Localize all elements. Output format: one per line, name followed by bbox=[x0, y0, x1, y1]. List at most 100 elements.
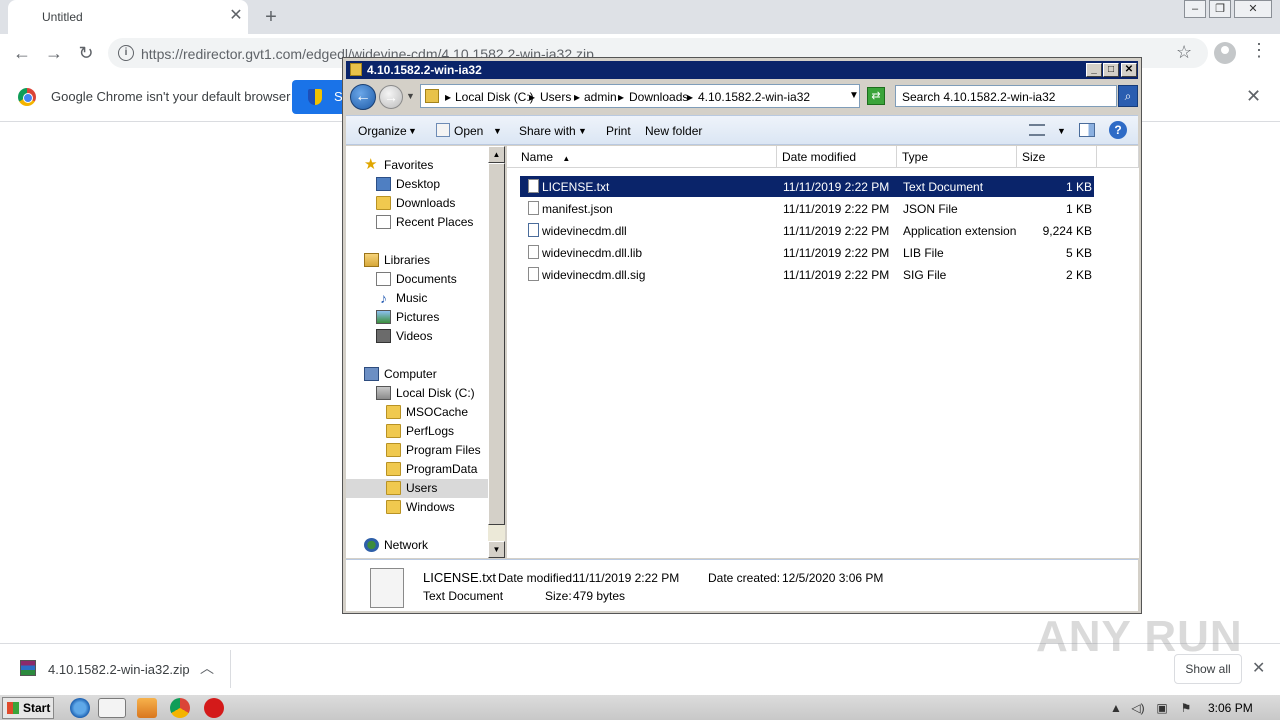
download-bar-close-icon[interactable]: ✕ bbox=[1252, 658, 1265, 678]
nav-network[interactable]: Network bbox=[364, 536, 488, 555]
recent-places-icon bbox=[376, 215, 391, 229]
refresh-icon[interactable]: ⇄ bbox=[867, 87, 885, 105]
nav-computer[interactable]: Computer bbox=[364, 365, 488, 384]
organize-dropdown-icon[interactable]: ▼ bbox=[408, 126, 417, 136]
nav-programdata[interactable]: ProgramData bbox=[386, 460, 488, 479]
tray-expand-icon[interactable]: ▲ bbox=[1108, 700, 1124, 716]
breadcrumb-downloads[interactable]: Downloads bbox=[629, 90, 688, 104]
nav-videos[interactable]: Videos bbox=[376, 327, 488, 346]
column-header-name[interactable]: Name ▲ bbox=[507, 146, 777, 168]
scroll-up-icon[interactable]: ▲ bbox=[488, 146, 505, 163]
reload-button[interactable]: ↻ bbox=[72, 40, 100, 66]
bookmark-star-icon[interactable]: ☆ bbox=[1176, 42, 1192, 63]
start-button[interactable]: Start bbox=[2, 697, 54, 719]
start-label: Start bbox=[23, 701, 51, 715]
file-size: 1 KB bbox=[1065, 202, 1092, 216]
chrome-menu-icon[interactable]: ⋮ bbox=[1250, 40, 1268, 61]
explorer-close-button[interactable]: ✕ bbox=[1121, 63, 1137, 77]
nav-users[interactable]: Users bbox=[346, 479, 488, 498]
file-size: 2 KB bbox=[1065, 268, 1092, 282]
forward-button[interactable]: → bbox=[40, 40, 68, 66]
nav-libraries[interactable]: Libraries bbox=[364, 251, 488, 270]
address-bar[interactable]: ▸ Local Disk (C:) ▸ Users ▸ admin ▸ Down… bbox=[420, 84, 860, 108]
nav-desktop[interactable]: Desktop bbox=[376, 175, 488, 194]
nav-label: Music bbox=[396, 291, 428, 305]
infobar-close-icon[interactable]: ✕ bbox=[1246, 86, 1261, 107]
file-row[interactable]: widevinecdm.dll.lib 11/11/2019 2:22 PM L… bbox=[520, 242, 1094, 263]
explorer-minimize-button[interactable]: _ bbox=[1086, 63, 1102, 77]
organize-menu[interactable]: Organize bbox=[358, 124, 407, 138]
internet-explorer-icon[interactable] bbox=[70, 698, 90, 718]
nav-label: Recent Places bbox=[396, 215, 474, 229]
clock[interactable]: 3:06 PM bbox=[1208, 701, 1253, 715]
nav-music[interactable]: ♪ Music bbox=[376, 289, 488, 308]
preview-pane-icon[interactable] bbox=[1079, 123, 1095, 137]
close-window-button[interactable]: ✕ bbox=[1234, 0, 1272, 18]
media-player-icon[interactable] bbox=[137, 698, 157, 718]
back-button[interactable]: ← bbox=[8, 40, 36, 66]
volume-icon[interactable]: ◁) bbox=[1130, 700, 1146, 716]
search-placeholder: Search 4.10.1582.2-win-ia32 bbox=[902, 90, 1056, 104]
nav-label: Downloads bbox=[396, 196, 456, 210]
nav-recent-places[interactable]: Recent Places bbox=[376, 213, 488, 232]
breadcrumb-local-disk[interactable]: Local Disk (C:) bbox=[455, 90, 534, 104]
nav-favorites[interactable]: ★ Favorites bbox=[364, 156, 488, 175]
profile-avatar[interactable] bbox=[1214, 42, 1236, 64]
folder-icon bbox=[425, 89, 439, 103]
column-header-size[interactable]: Size bbox=[1017, 146, 1097, 168]
new-folder-button[interactable]: New folder bbox=[645, 124, 702, 138]
file-row[interactable]: LICENSE.txt 11/11/2019 2:22 PM Text Docu… bbox=[520, 176, 1094, 197]
breadcrumb-admin[interactable]: admin bbox=[584, 90, 617, 104]
share-dropdown-icon[interactable]: ▼ bbox=[578, 126, 587, 136]
file-size: 5 KB bbox=[1065, 246, 1092, 260]
help-icon[interactable]: ? bbox=[1109, 121, 1127, 139]
nav-windows[interactable]: Windows bbox=[386, 498, 488, 517]
search-icon[interactable]: ⌕ bbox=[1118, 85, 1138, 107]
action-center-flag-icon[interactable]: ⚑ bbox=[1178, 700, 1194, 716]
nav-local-disk[interactable]: Local Disk (C:) bbox=[376, 384, 488, 403]
address-dropdown-icon[interactable]: ▼ bbox=[849, 90, 859, 101]
details-date-modified: 11/11/2019 2:22 PM bbox=[573, 571, 680, 585]
nav-msocache[interactable]: MSOCache bbox=[386, 403, 488, 422]
file-row[interactable]: manifest.json 11/11/2019 2:22 PM JSON Fi… bbox=[520, 198, 1094, 219]
tab-untitled[interactable]: Untitled ✕ bbox=[8, 0, 248, 34]
search-input[interactable]: Search 4.10.1582.2-win-ia32 bbox=[895, 85, 1117, 107]
chevron-up-icon[interactable]: ︿ bbox=[200, 658, 214, 678]
chrome-taskbar-icon[interactable] bbox=[170, 698, 190, 718]
info-icon[interactable]: i bbox=[118, 45, 134, 61]
nav-scrollbar[interactable]: ▲ ▼ bbox=[488, 146, 505, 558]
nav-downloads[interactable]: Downloads bbox=[376, 194, 488, 213]
explorer-forward-button[interactable]: → bbox=[379, 85, 403, 109]
scroll-thumb[interactable] bbox=[488, 163, 505, 525]
breadcrumb-current-folder[interactable]: 4.10.1582.2-win-ia32 bbox=[698, 90, 810, 104]
tab-close-icon[interactable]: ✕ bbox=[226, 6, 246, 26]
file-row[interactable]: widevinecdm.dll 11/11/2019 2:22 PM Appli… bbox=[520, 220, 1094, 241]
restore-button[interactable]: ❐ bbox=[1209, 0, 1231, 18]
minimize-button[interactable]: – bbox=[1184, 0, 1206, 18]
explorer-back-button[interactable]: ← bbox=[350, 84, 376, 110]
open-dropdown-icon[interactable]: ▼ bbox=[493, 126, 502, 136]
explorer-title-bar[interactable]: 4.10.1582.2-win-ia32 _ □ ✕ bbox=[346, 61, 1138, 79]
nav-program-files[interactable]: Program Files bbox=[386, 441, 488, 460]
views-dropdown-icon[interactable]: ▼ bbox=[1057, 126, 1066, 136]
new-tab-button[interactable]: + bbox=[258, 4, 284, 30]
history-dropdown-icon[interactable]: ▼ bbox=[406, 91, 415, 101]
open-file-icon[interactable] bbox=[436, 123, 450, 137]
column-header-date[interactable]: Date modified bbox=[777, 146, 897, 168]
network-tray-icon[interactable]: ▣ bbox=[1154, 700, 1170, 716]
share-with-menu[interactable]: Share with bbox=[519, 124, 576, 138]
print-button[interactable]: Print bbox=[606, 124, 631, 138]
explorer-taskbar-icon[interactable] bbox=[98, 698, 126, 718]
scroll-down-icon[interactable]: ▼ bbox=[488, 541, 505, 558]
stop-icon[interactable] bbox=[204, 698, 224, 718]
column-header-type[interactable]: Type bbox=[897, 146, 1017, 168]
breadcrumb-users[interactable]: Users bbox=[540, 90, 571, 104]
nav-pictures[interactable]: Pictures bbox=[376, 308, 488, 327]
open-button[interactable]: Open bbox=[454, 124, 483, 138]
nav-perflogs[interactable]: PerfLogs bbox=[386, 422, 488, 441]
download-item-name[interactable]: 4.10.1582.2-win-ia32.zip bbox=[48, 662, 190, 677]
explorer-maximize-button[interactable]: □ bbox=[1103, 63, 1119, 77]
nav-documents[interactable]: Documents bbox=[376, 270, 488, 289]
file-row[interactable]: widevinecdm.dll.sig 11/11/2019 2:22 PM S… bbox=[520, 264, 1094, 285]
change-view-icon[interactable] bbox=[1029, 124, 1045, 136]
